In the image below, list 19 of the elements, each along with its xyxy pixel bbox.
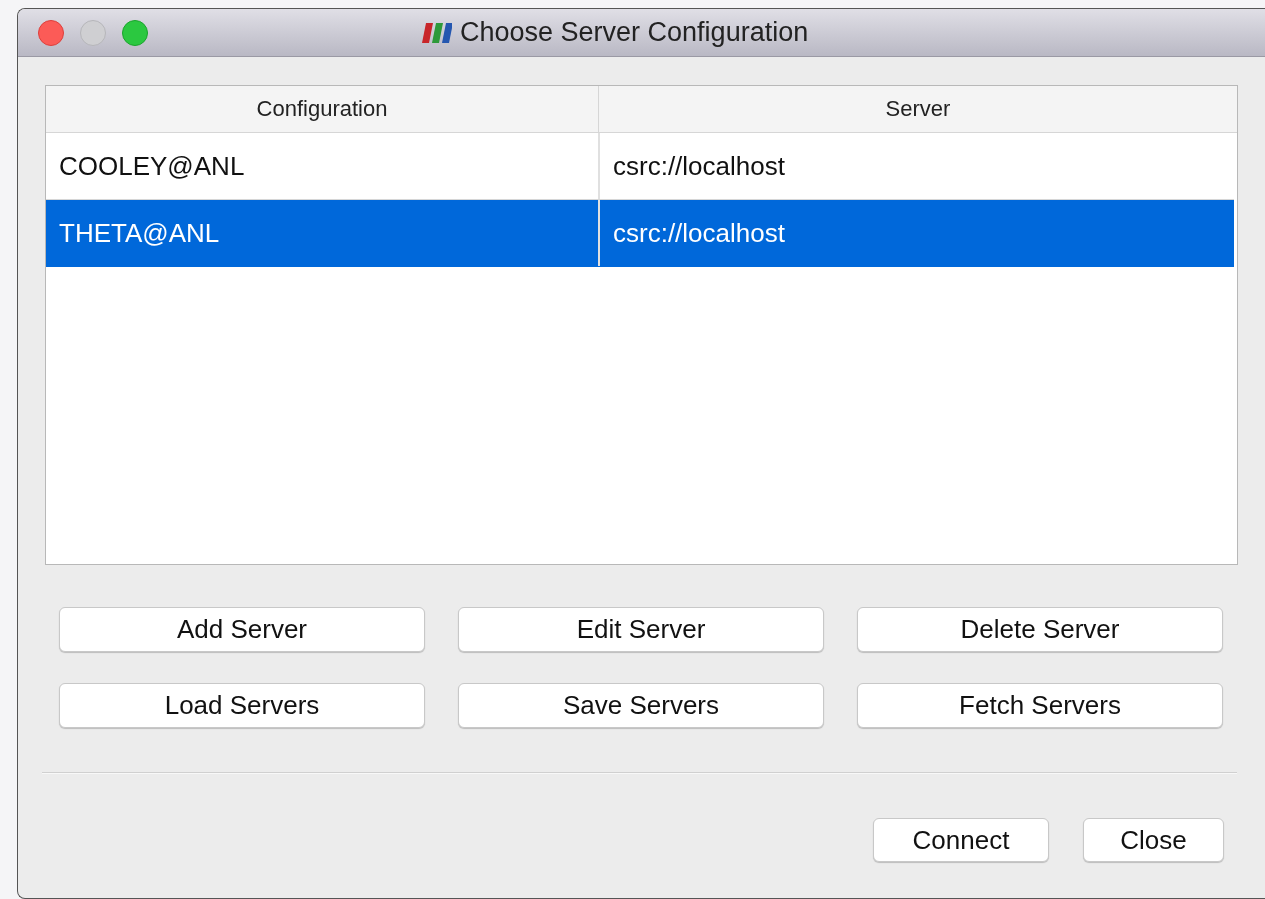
column-header[interactable]: Server [599, 86, 1237, 132]
server-button[interactable]: Delete Server [857, 607, 1223, 652]
window-title: Choose Server Configuration [460, 17, 809, 48]
server-button[interactable]: Add Server [59, 607, 425, 652]
minimize-icon[interactable] [80, 19, 106, 46]
server-button[interactable]: Save Servers [458, 683, 824, 728]
server-button[interactable]: Edit Server [458, 607, 824, 652]
column-header[interactable]: Configuration [46, 86, 599, 132]
table-cell: THETA@ANL [46, 200, 600, 266]
dialog-button[interactable]: Close [1083, 818, 1224, 862]
server-button[interactable]: Fetch Servers [857, 683, 1223, 728]
server-button[interactable]: Load Servers [59, 683, 425, 728]
table-cell-text: csrc://localhost [612, 149, 786, 183]
stripes-logo-icon [422, 22, 452, 43]
dialog-button[interactable]: Connect [873, 818, 1049, 862]
close-icon[interactable] [38, 19, 64, 46]
table-row[interactable]: THETA@ANL csrc://localhost [46, 200, 1234, 267]
table-cell-text: csrc://localhost [612, 216, 786, 250]
zoom-icon[interactable] [122, 19, 148, 46]
